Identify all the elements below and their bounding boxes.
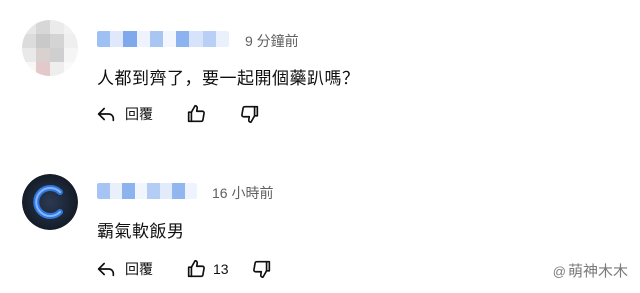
dislike-button[interactable] (239, 103, 261, 125)
reply-button[interactable]: 回覆 (95, 103, 153, 125)
comment-text: 人都到齊了，要一起開個藥趴嗎？ (97, 69, 360, 88)
reply-button[interactable]: 回覆 (95, 258, 153, 280)
comment-actions: 回覆 13 (95, 256, 273, 282)
avatar[interactable] (22, 20, 78, 76)
avatar[interactable] (22, 174, 78, 230)
like-count: 13 (213, 261, 229, 277)
thumbs-down-icon (241, 105, 259, 124)
channel-logo-icon (22, 174, 78, 230)
thumbs-up-icon (187, 104, 205, 123)
comment-text: 霸氣軟飯男 (97, 222, 185, 241)
comment-timestamp[interactable]: 16 小時前 (212, 183, 273, 203)
author-name-blurred[interactable] (97, 183, 197, 199)
thumbs-up-icon (187, 259, 205, 278)
thumbs-down-icon (252, 260, 270, 279)
reply-label: 回覆 (125, 261, 153, 277)
reply-icon (97, 262, 115, 277)
like-button[interactable] (185, 103, 207, 125)
watermark: @ 萌神木木 (553, 260, 628, 281)
watermark-logo-icon: @ (552, 264, 566, 279)
comment-item: 9 分鐘前 人都到齊了，要一起開個藥趴嗎？ 回覆 (0, 0, 640, 150)
comment-timestamp[interactable]: 9 分鐘前 (245, 31, 299, 51)
author-name-blurred[interactable] (97, 31, 229, 47)
comment-actions: 回覆 (95, 101, 261, 127)
watermark-text: 萌神木木 (567, 263, 628, 280)
dislike-button[interactable] (251, 258, 273, 280)
reply-label: 回覆 (125, 106, 153, 122)
like-button[interactable]: 13 (185, 258, 229, 280)
reply-icon (97, 107, 115, 122)
blurred-avatar-image (22, 20, 78, 76)
comment-item: 16 小時前 霸氣軟飯男 回覆 13 (0, 150, 640, 293)
